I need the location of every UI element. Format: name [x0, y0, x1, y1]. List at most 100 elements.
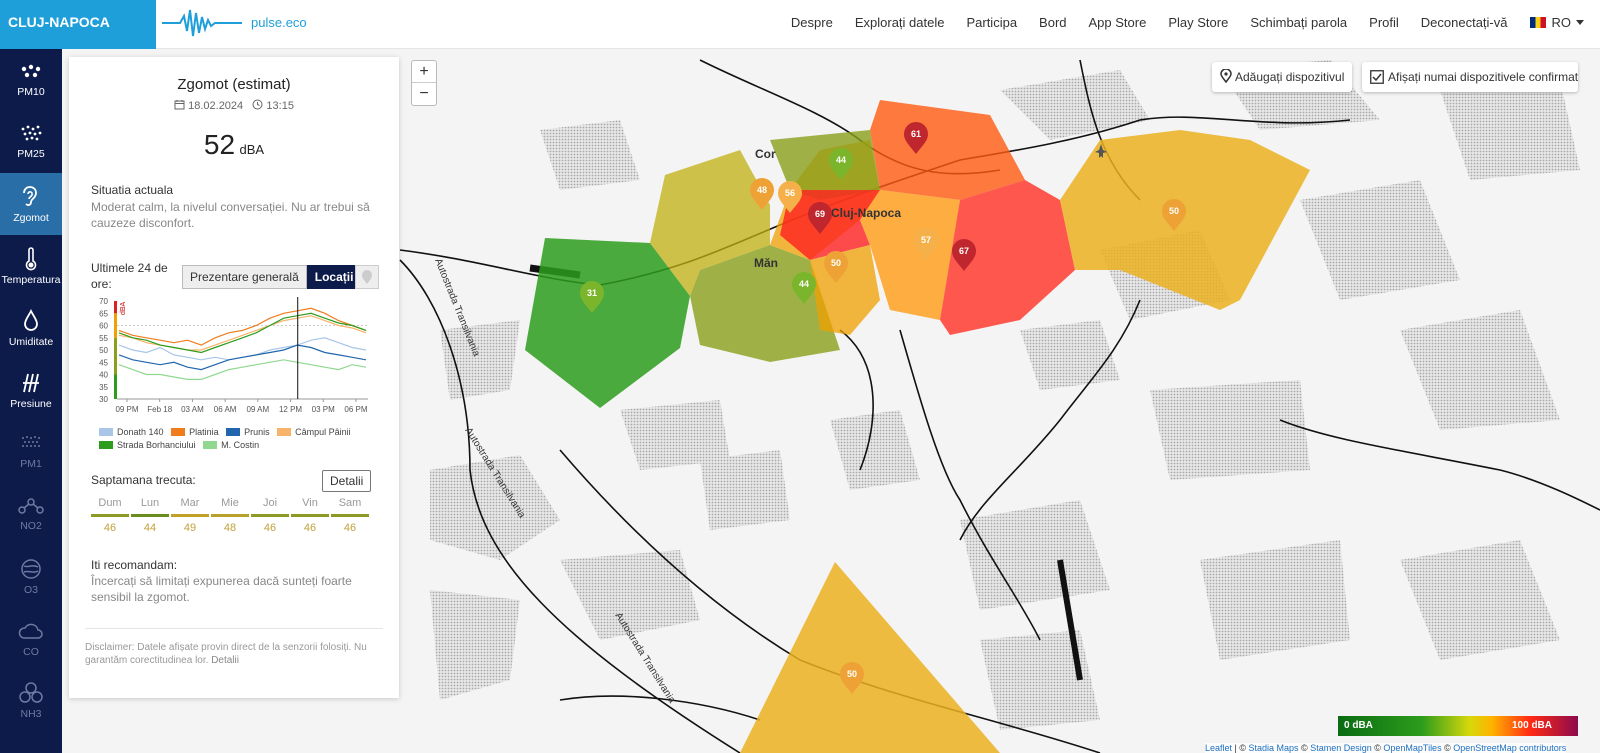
x-tick-label: 06 AM [214, 405, 237, 414]
y-tick-label: 30 [99, 395, 108, 404]
disclaimer-label: Disclaimer: [85, 642, 135, 653]
y-tick-label: 45 [99, 358, 108, 367]
attribution-link-openmaptiles[interactable]: OpenMapTiles [1383, 743, 1441, 753]
pressure-icon [23, 373, 39, 393]
pm1-icon [22, 436, 40, 447]
sidebar-item-label: PM1 [20, 458, 42, 470]
legend-swatch [99, 441, 113, 449]
date-value: 18.02.2024 [188, 100, 244, 112]
checkbox-checked-icon[interactable] [1370, 70, 1384, 84]
legend-item[interactable]: Donath 140 [99, 427, 164, 437]
sidebar-item-zgomot[interactable]: Zgomot [0, 173, 62, 235]
nav-link-despre[interactable]: Despre [791, 15, 833, 30]
main-nav: Despre Explorați datele Participa Bord A… [769, 0, 1584, 44]
no2-icon [18, 498, 44, 514]
map-pin-icon [1220, 68, 1232, 84]
details-button[interactable]: Detalii [322, 470, 372, 492]
legend-item[interactable]: Câmpul Pâinii [277, 427, 351, 437]
attribution-link-stadia[interactable]: Stadia Maps [1249, 743, 1299, 753]
sidebar-item-umiditate[interactable]: Umiditate [0, 297, 62, 359]
sidebar-item-co[interactable]: CO [0, 607, 62, 669]
nav-link-participa[interactable]: Participa [966, 15, 1017, 30]
place-label-cor: Cor [755, 147, 776, 161]
locations-button[interactable]: Locații [306, 265, 362, 289]
legend-item[interactable]: Platinia [171, 427, 219, 437]
nav-link-play-store[interactable]: Play Store [1168, 15, 1228, 30]
attribution-link-osm[interactable]: OpenStreetMap contributors [1453, 743, 1566, 753]
droplet-icon [24, 309, 38, 331]
sidebar-item-pm25[interactable]: PM25 [0, 111, 62, 173]
noise-24h-chart[interactable]: 70 65 60 55 50 45 40 35 30 dBA 09 PM Feb 18 03 AM 06 … [83, 291, 383, 421]
legend-item[interactable]: Strada Borhanciului [99, 440, 196, 450]
situation-text: Moderat calm, la nivelul conversației. N… [91, 200, 370, 230]
x-tick-label: 06 PM [344, 405, 367, 414]
scale-max-label: 100 dBA [1511, 720, 1552, 731]
pm25-icon [21, 125, 42, 141]
nav-link-explore[interactable]: Explorați datele [855, 15, 945, 30]
marker-value: 50 [847, 669, 857, 679]
sidebar-item-o3[interactable]: O3 [0, 545, 62, 607]
sidebar-item-label: Presiune [10, 398, 52, 410]
legend-swatch [171, 428, 186, 436]
sidebar-item-presiune[interactable]: Presiune [0, 359, 62, 421]
disclaimer-details-link[interactable]: Detalii [211, 655, 239, 666]
sidebar-item-label: Zgomot [13, 212, 49, 224]
week-day: Vin 46 [291, 497, 329, 534]
series-line [118, 312, 367, 354]
sidebar-item-pm1[interactable]: PM1 [0, 421, 62, 483]
x-tick-label: 09 PM [115, 405, 138, 414]
place-label-cluj: Cluj-Napoca [831, 206, 901, 220]
confirmed-devices-toggle[interactable]: Afișați numai dispozitivele confirmate [1362, 62, 1578, 92]
series-line [118, 315, 367, 351]
recommend-text: Încercați să limitați expunerea dacă sun… [91, 574, 352, 604]
y-tick-label: 40 [99, 371, 108, 380]
legend-swatch [99, 428, 113, 436]
y-scale-segment [114, 313, 117, 338]
x-tick-label: 09 AM [246, 405, 269, 414]
chart-view-toggle: Prezentare generală Locații [182, 265, 362, 289]
nav-link-bord[interactable]: Bord [1039, 15, 1066, 30]
zoom-in-button[interactable]: + [412, 61, 436, 83]
x-tick-label: 03 AM [181, 405, 204, 414]
sidebar-item-no2[interactable]: NO2 [0, 483, 62, 545]
place-label-man: Măn [754, 256, 778, 270]
sidebar-item-pm10[interactable]: PM10 [0, 49, 62, 111]
add-device-button[interactable]: Adăugați dispozitivul [1212, 62, 1353, 92]
scale-min-label: 0 dBA [1344, 720, 1373, 731]
time-value: 13:15 [266, 100, 294, 112]
sidebar-item-label: Temperatura [1, 274, 61, 286]
chart-legend: Donath 140 Platinia Prunis Câmpul Pâinii [99, 427, 351, 437]
x-tick-label: Feb 18 [147, 405, 172, 414]
week-day: Mar 49 [171, 497, 209, 534]
sidebar-item-label: NO2 [20, 520, 42, 532]
attribution-link-stamen[interactable]: Stamen Design [1310, 743, 1372, 753]
weekly-summary: Dum 46 Lun 44 Mar 49 Mie 48 Joi 46 Vin 46 Sam 4… [91, 497, 373, 547]
marker-value: 57 [921, 235, 931, 245]
legend-item[interactable]: M. Costin [203, 440, 259, 450]
recommend-label: Iti recomandam: [91, 558, 178, 572]
zoom-out-button[interactable]: − [412, 83, 436, 105]
sidebar-item-nh3[interactable]: NH3 [0, 669, 62, 731]
nav-link-app-store[interactable]: App Store [1089, 15, 1147, 30]
sidebar-item-temperatura[interactable]: Temperatura [0, 235, 62, 297]
nav-link-profile[interactable]: Profil [1369, 15, 1399, 30]
attribution-link-leaflet[interactable]: Leaflet [1205, 743, 1232, 753]
location-filter-button[interactable] [355, 265, 379, 289]
legend-item[interactable]: Prunis [226, 427, 270, 437]
marker-value: 31 [587, 288, 597, 298]
x-tick-label: 03 PM [312, 405, 335, 414]
language-dropdown[interactable]: RO [1529, 15, 1584, 30]
nav-link-logout[interactable]: Deconectați-vă [1421, 15, 1508, 30]
timestamp: 18.02.2024 13:15 [69, 99, 399, 112]
y-tick-label: 35 [99, 383, 108, 392]
overview-button[interactable]: Prezentare generală [182, 265, 307, 289]
legend-swatch [277, 428, 292, 436]
week-day: Mie 48 [211, 497, 249, 534]
week-day: Joi 46 [251, 497, 289, 534]
logo-text[interactable]: pulse.eco [251, 15, 307, 30]
divider [85, 628, 383, 629]
city-name[interactable]: CLUJ-NAPOCA [0, 0, 156, 49]
ear-icon [23, 186, 37, 206]
sidebar-item-label: PM25 [17, 148, 45, 160]
nav-link-change-password[interactable]: Schimbați parola [1250, 15, 1347, 30]
